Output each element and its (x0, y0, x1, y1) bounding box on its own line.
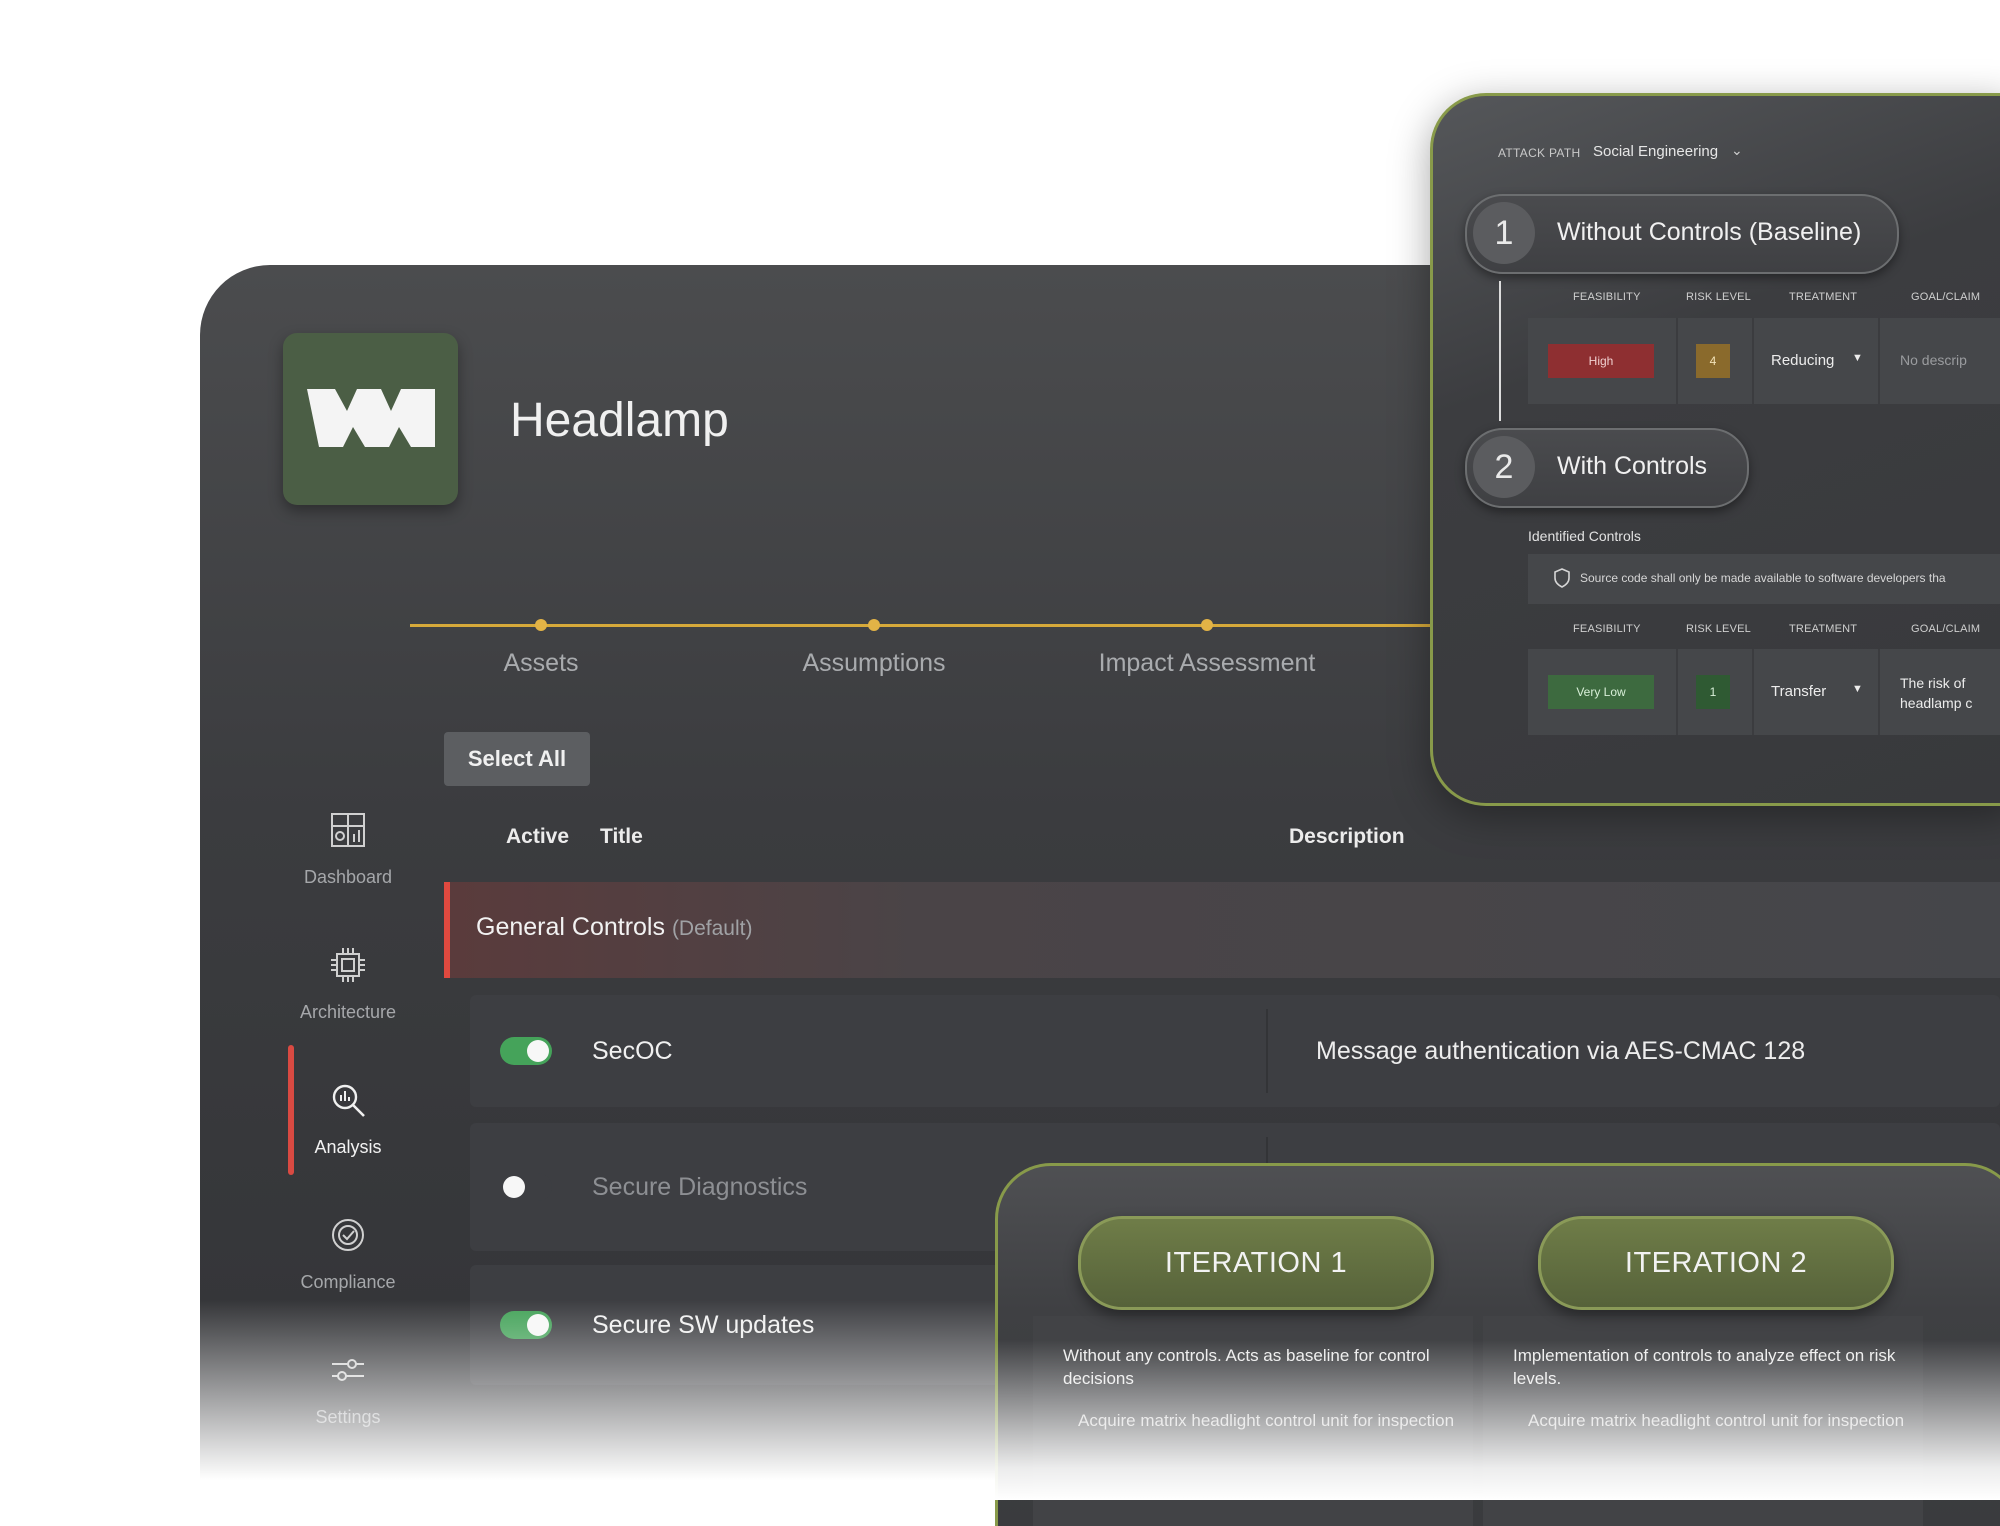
project-logo[interactable] (283, 333, 458, 505)
column-header-feasibility: FEASIBILITY (1573, 623, 1641, 635)
sidebar-item-dashboard[interactable]: Dashboard (272, 810, 424, 888)
risk-level-badge: 1 (1696, 675, 1730, 709)
sidebar-item-label: Analysis (314, 1137, 382, 1157)
caret-down-icon[interactable]: ▼ (1852, 683, 1863, 695)
step-assumptions[interactable]: Assumptions (802, 649, 945, 678)
column-header-risk-level: RISK LEVEL (1686, 623, 1751, 635)
sidebar-item-architecture[interactable]: Architecture (272, 945, 424, 1023)
iteration-1-button[interactable]: ITERATION 1 (1078, 1216, 1434, 1310)
chip-icon (331, 948, 365, 982)
logo-mark-icon (307, 389, 435, 447)
chevron-down-icon[interactable]: ⌄ (1731, 142, 1743, 159)
section-number: 2 (1473, 436, 1535, 498)
goal-claim-line: The risk of (1900, 675, 1966, 691)
control-title: Secure Diagnostics (592, 1173, 808, 1201)
column-header-goal-claim: GOAL/CLAIM (1911, 291, 1981, 303)
group-name: General Controls (476, 913, 665, 941)
section-with-controls-header[interactable]: 2 With Controls (1465, 428, 1749, 508)
compliance-icon (332, 1219, 364, 1251)
step-impact-assessment[interactable]: Impact Assessment (1099, 649, 1316, 678)
iteration-1-description: Without any controls. Acts as baseline f… (1063, 1346, 1430, 1388)
column-header-goal-claim: GOAL/CLAIM (1911, 623, 1981, 635)
attack-path-label: ATTACK PATH (1498, 146, 1581, 160)
treatment-select[interactable]: Transfer (1771, 683, 1826, 700)
attack-path-panel: ATTACK PATH Social Engineering ⌄ 1 Witho… (1430, 93, 2000, 806)
dashboard-icon (331, 813, 365, 847)
control-group-general[interactable]: General Controls (Default) (444, 882, 2000, 978)
column-header-title[interactable]: Title (600, 825, 643, 849)
risk-level-badge: 4 (1696, 344, 1730, 378)
active-toggle[interactable] (500, 1311, 552, 1339)
feasibility-badge-high: High (1548, 344, 1654, 378)
active-toggle[interactable] (500, 1037, 552, 1065)
treatment-select[interactable]: Reducing (1771, 352, 1834, 369)
iteration-1-item[interactable]: Acquire matrix headlight control unit fo… (1078, 1409, 1458, 1432)
column-header-risk-level: RISK LEVEL (1686, 291, 1751, 303)
column-header-active[interactable]: Active (506, 825, 569, 849)
group-title: General Controls (Default) (476, 913, 752, 942)
sidebar-item-label: Architecture (299, 1002, 397, 1022)
analysis-search-icon (332, 1084, 365, 1117)
step-assets[interactable]: Assets (503, 649, 578, 678)
feasibility-badge-very-low: Very Low (1548, 675, 1654, 709)
step-dot-impact[interactable] (1201, 619, 1213, 631)
sidebar-item-settings[interactable]: Settings (272, 1350, 424, 1428)
control-title: SecOC (592, 1037, 673, 1065)
column-header-feasibility: FEASIBILITY (1573, 291, 1641, 303)
iteration-2-item[interactable]: Acquire matrix headlight control unit fo… (1528, 1409, 1908, 1432)
group-default-tag: (Default) (671, 917, 753, 940)
step-dot-assets[interactable] (535, 619, 547, 631)
goal-claim-line: headlamp c (1900, 695, 1973, 711)
sidebar-item-compliance[interactable]: Compliance (272, 1215, 424, 1293)
goal-claim-text: The risk of headlamp c (1900, 673, 1972, 713)
sidebar-item-analysis[interactable]: Analysis (272, 1080, 424, 1158)
shield-icon (1554, 568, 1570, 588)
iteration-2-button[interactable]: ITERATION 2 (1538, 1216, 1894, 1310)
risk-row-with-controls[interactable]: Very Low 1 Transfer ▼ The risk of headla… (1528, 649, 2000, 735)
active-toggle[interactable] (500, 1173, 552, 1201)
section-title: Without Controls (Baseline) (1557, 218, 1862, 246)
identified-control-item[interactable]: Source code shall only be made available… (1528, 554, 2000, 604)
iterations-panel: ITERATION 1 ITERATION 2 Without any cont… (995, 1163, 2000, 1526)
control-description: Message authentication via AES-CMAC 128 (1316, 1037, 1806, 1065)
goal-claim-text: No descrip (1900, 352, 1967, 368)
sidebar-item-label: Settings (315, 1407, 381, 1427)
table-row[interactable]: SecOC Message authentication via AES-CMA… (470, 995, 2000, 1107)
section-baseline-header[interactable]: 1 Without Controls (Baseline) (1465, 194, 1899, 274)
sidebar-item-label: Dashboard (303, 867, 393, 887)
attack-path-select[interactable]: Social Engineering (1593, 143, 1718, 160)
identified-controls-label: Identified Controls (1528, 528, 1641, 544)
section-connector (1499, 281, 1501, 421)
column-header-treatment: TREATMENT (1789, 623, 1858, 635)
column-header-treatment: TREATMENT (1789, 291, 1858, 303)
sliders-icon (332, 1359, 364, 1381)
control-title: Secure SW updates (592, 1311, 815, 1339)
control-text: Source code shall only be made available… (1580, 571, 1946, 585)
sidebar-item-label: Compliance (300, 1272, 396, 1292)
iteration-2-description: Implementation of controls to analyze ef… (1513, 1346, 1896, 1388)
section-number: 1 (1473, 202, 1535, 264)
page-title: Headlamp (510, 394, 729, 447)
select-all-button[interactable]: Select All (444, 732, 590, 786)
step-dot-assumptions[interactable] (868, 619, 880, 631)
risk-row-baseline[interactable]: High 4 Reducing ▼ No descrip (1528, 318, 2000, 404)
caret-down-icon[interactable]: ▼ (1852, 352, 1863, 364)
column-header-description[interactable]: Description (1289, 825, 1405, 849)
section-title: With Controls (1557, 452, 1708, 480)
